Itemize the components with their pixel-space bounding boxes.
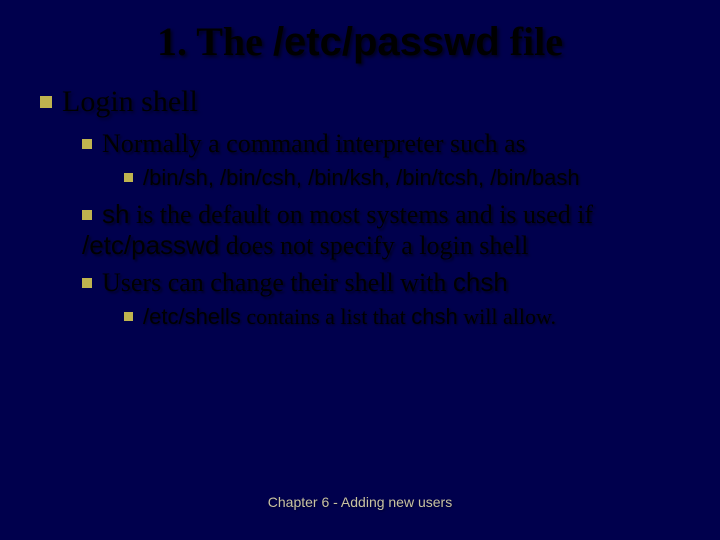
lvl3-2-mid: contains a list that [241, 304, 411, 329]
lvl2-2-post: does not specify a login shell [219, 231, 528, 260]
square-bullet-icon [82, 278, 92, 288]
lvl2-2-code2: /etc/passwd [82, 230, 219, 260]
lvl2-3-pre: Users can change their shell with [102, 268, 453, 297]
lvl3-1-text: /bin/sh, /bin/csh, /bin/ksh, /bin/tcsh, … [143, 165, 580, 190]
bullet-level-1: Login shell [40, 85, 690, 119]
bullet-level-2: Normally a command interpreter such as [82, 129, 690, 159]
lvl2-2-code1: sh [102, 199, 129, 229]
bullet-level-3: /bin/sh, /bin/csh, /bin/ksh, /bin/tcsh, … [124, 165, 690, 191]
slide-footer: Chapter 6 - Adding new users [0, 494, 720, 510]
title-pre: 1. The [157, 19, 273, 64]
title-code: /etc/passwd [273, 20, 500, 64]
lvl2-1-text: Normally a command interpreter such as [102, 129, 526, 158]
square-bullet-icon [40, 96, 52, 108]
bullet-level-2: Users can change their shell with chsh [82, 267, 690, 298]
square-bullet-icon [82, 210, 92, 220]
lvl2-2-mid: is the default on most systems and is us… [129, 200, 593, 229]
slide-title: 1. The /etc/passwd file [0, 0, 720, 85]
lvl3-2-post: will allow. [458, 304, 556, 329]
bullet-level-2: sh is the default on most systems and is… [82, 199, 690, 261]
title-post: file [500, 19, 563, 64]
lvl1-text: Login shell [62, 85, 198, 118]
bullet-level-3: /etc/shells contains a list that chsh wi… [124, 304, 690, 330]
slide: 1. The /etc/passwd file Login shell Norm… [0, 0, 720, 540]
square-bullet-icon [124, 312, 133, 321]
square-bullet-icon [82, 139, 92, 149]
lvl3-2-code2: chsh [411, 304, 457, 329]
lvl3-2-code1: /etc/shells [143, 304, 241, 329]
square-bullet-icon [124, 173, 133, 182]
slide-body: Login shell Normally a command interpret… [0, 85, 720, 330]
lvl2-3-code: chsh [453, 267, 508, 297]
